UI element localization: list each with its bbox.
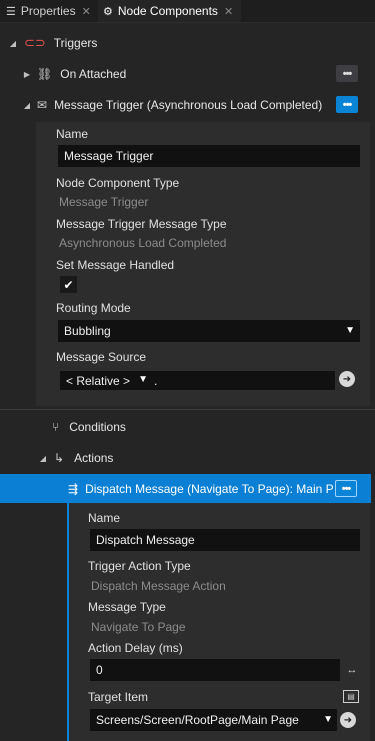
routing-mode-dropdown[interactable]: Bubbling ▼ (58, 320, 360, 342)
chevron-right-icon[interactable]: ▶ (22, 70, 32, 79)
chevron-down-icon[interactable]: ◢ (22, 101, 32, 110)
message-trigger-menu-button[interactable]: ••• (336, 96, 358, 113)
chevron-down-icon[interactable]: ◢ (8, 39, 18, 48)
message-source-path-field[interactable]: . (152, 371, 335, 390)
message-type-value: Asynchronous Load Completed (59, 236, 227, 250)
node-components-icon: ⚙ (103, 5, 113, 18)
close-icon[interactable]: ✕ (224, 5, 233, 18)
tab-properties[interactable]: ☰ Properties ✕ (6, 0, 91, 22)
message-source-mode-value: < Relative > (66, 373, 131, 388)
dispatch-message-icon: ⇶ (68, 482, 79, 496)
name-label: Name (56, 127, 89, 141)
routing-mode-value: Bubbling (64, 324, 111, 338)
triggers-header[interactable]: ◢ ⊂⊃ Triggers (8, 29, 368, 57)
dispatch-message-label: Dispatch Message (Navigate To Page): Mai… (85, 482, 334, 496)
component-type-label: Node Component Type (56, 176, 180, 190)
actions-item[interactable]: ◢ ↳ Actions (38, 444, 338, 472)
target-item-label: Target Item (88, 690, 149, 704)
message-source-label: Message Source (56, 350, 147, 364)
message-trigger-label: Message Trigger (Asynchronous Load Compl… (54, 98, 323, 112)
set-message-handled-checkbox[interactable]: ✔ (60, 276, 77, 293)
message-type-label: Message Type (88, 600, 166, 614)
drag-value-icon[interactable]: ↔ (343, 663, 361, 677)
dropdown-arrow-icon: ▼ (345, 325, 355, 336)
message-trigger-header[interactable]: ◢ ✉ Message Trigger (Asynchronous Load C… (22, 91, 362, 119)
message-trigger-icon: ✉ (37, 98, 48, 112)
actions-label: Actions (74, 451, 114, 465)
trigger-icon: ⊂⊃ (24, 35, 46, 50)
go-to-target-icon[interactable]: ➜ (339, 371, 355, 387)
name-field[interactable]: Message Trigger (58, 145, 360, 167)
on-attached-trigger[interactable]: ▶ ⛓ On Attached (22, 60, 362, 88)
triggers-label: Triggers (53, 36, 98, 50)
on-attached-label: On Attached (60, 67, 127, 81)
message-type-value: Navigate To Page (91, 620, 186, 634)
actions-icon: ↳ (54, 451, 65, 465)
close-icon[interactable]: ✕ (82, 5, 91, 18)
dispatch-name-label: Name (88, 511, 121, 525)
action-delay-label: Action Delay (ms) (88, 641, 183, 655)
trigger-action-type-label: Trigger Action Type (88, 559, 191, 573)
binding-editor-icon[interactable]: ▤ (343, 690, 359, 703)
properties-icon: ☰ (6, 5, 16, 18)
divider (0, 409, 375, 410)
action-delay-field[interactable]: 0 (90, 659, 340, 681)
dropdown-arrow-icon: ▼ (323, 714, 333, 725)
tab-node-components[interactable]: ⚙ Node Components ✕ (103, 0, 233, 22)
dropdown-arrow-icon: ▼ (138, 374, 148, 385)
tab-node-components-label: Node Components (117, 4, 218, 18)
message-type-label: Message Trigger Message Type (56, 217, 227, 231)
chevron-down-icon[interactable]: ◢ (38, 454, 48, 463)
component-type-value: Message Trigger (59, 195, 149, 209)
on-attached-icon: ⛓ (37, 67, 53, 81)
target-item-dropdown[interactable]: Screens/Screen/RootPage/Main Page ▼ (90, 709, 337, 731)
checkmark-icon: ✔ (63, 277, 74, 292)
dispatch-message-menu-button[interactable]: ••• (335, 480, 357, 497)
tab-bar: ☰ Properties ✕ ⚙ Node Components ✕ (0, 0, 375, 23)
set-message-handled-label: Set Message Handled (56, 258, 175, 272)
conditions-icon: ⑂ (52, 420, 60, 434)
dispatch-name-field[interactable]: Dispatch Message (90, 529, 360, 551)
message-source-mode-dropdown[interactable]: < Relative > ▼ (60, 371, 152, 390)
conditions-label: Conditions (69, 420, 126, 434)
trigger-action-type-value: Dispatch Message Action (91, 579, 226, 593)
routing-mode-label: Routing Mode (56, 301, 131, 315)
conditions-item[interactable]: ⑂ Conditions (52, 413, 352, 441)
target-item-value: Screens/Screen/RootPage/Main Page (96, 713, 299, 727)
dispatch-message-header[interactable]: ⇶ Dispatch Message (Navigate To Page): M… (68, 475, 334, 503)
tab-properties-label: Properties (20, 4, 76, 18)
on-attached-menu-button[interactable]: ••• (336, 65, 358, 82)
go-to-target-icon[interactable]: ➜ (340, 712, 356, 728)
